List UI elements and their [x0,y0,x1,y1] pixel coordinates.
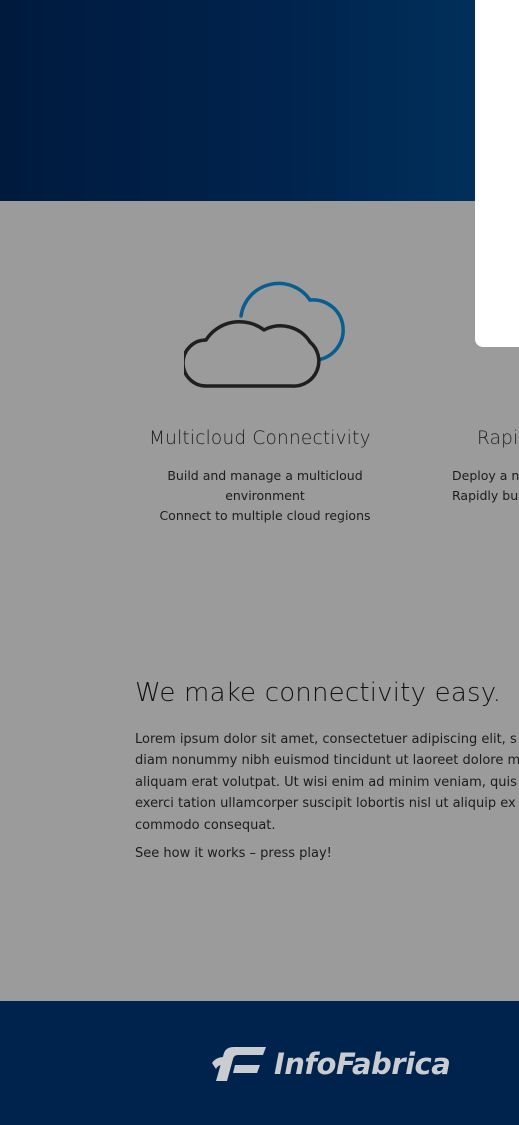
feature-desc-line: Deploy a n [452,468,519,483]
about-body: Lorem ipsum dolor sit amet, consectetuer… [135,729,519,836]
body-line: diam nonummy nibh euismod tincidunt ut l… [135,753,519,769]
feature-title-rapid: Rapi [477,428,519,449]
footer-logo[interactable]: InfoFabrica [210,1041,460,1087]
infofabrica-logo-icon [212,1047,266,1081]
body-line: commodo consequat. [135,817,276,833]
feature-desc-rapid: Deploy a n Rapidly bu [452,466,519,506]
body-line: aliquam erat volutpat. Ut wisi enim ad m… [135,774,517,790]
hero-banner [0,0,519,201]
feature-desc-multicloud: Build and manage a multicloud environmen… [150,466,380,526]
section-heading: We make connectivity easy. [135,678,502,708]
footer: InfoFabrica [0,1001,519,1125]
body-line: exerci tation ullamcorper suscipit lobor… [135,796,516,812]
cloud-icon [184,281,345,388]
body-line: Lorem ipsum dolor sit amet, consectetuer… [135,732,517,747]
feature-desc-line: Build and manage a multicloud environmen… [167,468,363,503]
feature-desc-line: Connect to multiple cloud regions [159,508,371,523]
see-how-link[interactable]: See how it works – press play! [135,846,332,861]
feature-title-multicloud: Multicloud Connectivity [149,428,371,449]
feature-desc-line: Rapidly bu [452,488,519,503]
logo-text: InfoFabrica [274,1047,451,1081]
